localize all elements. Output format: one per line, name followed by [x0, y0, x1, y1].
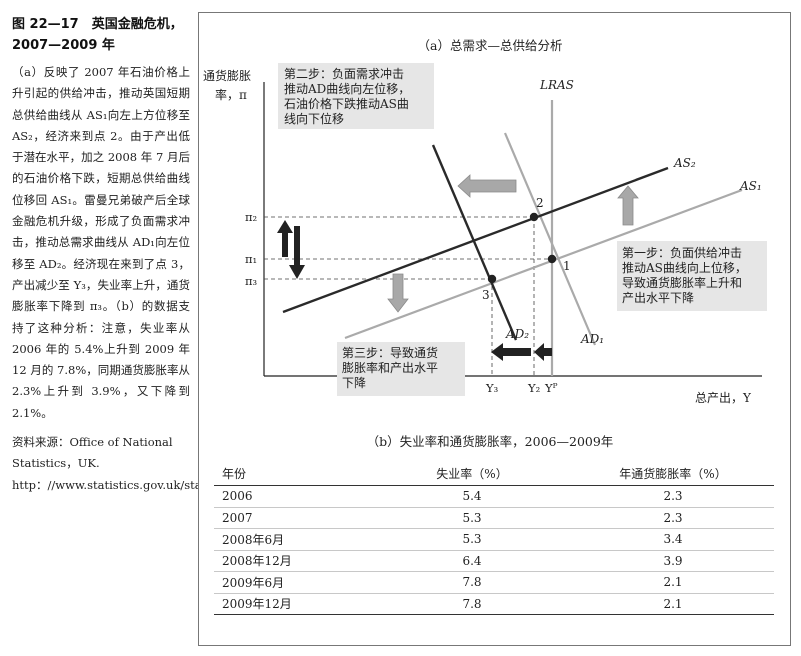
cell-unemployment: 5.3 — [372, 507, 572, 529]
output-arrows — [491, 343, 552, 361]
as-shift-left-arrow — [457, 174, 517, 198]
ad2-label: AD₂ — [505, 327, 529, 341]
step-3-line-2: 膨胀率和产出水平 — [342, 360, 438, 375]
header-year: 年份 — [214, 461, 372, 486]
as2-label: AS₂ — [673, 156, 696, 170]
point-3-marker — [487, 274, 497, 284]
table-row: 2008年6月 5.3 3.4 — [214, 528, 774, 551]
as-shift-down-arrow — [387, 273, 409, 313]
pi3-tick-label: π₃ — [245, 274, 258, 288]
panel-a-title: （a）总需求—总供给分析 — [418, 38, 563, 53]
cell-inflation: 3.9 — [572, 550, 774, 572]
ad2-curve — [431, 144, 518, 341]
point-3-label: 3 — [482, 288, 490, 302]
table-row: 2006 5.4 2.3 — [214, 485, 774, 508]
inflation-arrows — [277, 220, 305, 279]
cell-unemployment: 5.3 — [372, 528, 572, 551]
cell-year: 2008年12月 — [214, 550, 372, 572]
cell-year: 2007 — [214, 507, 372, 529]
y2-tick-label: Y₂ — [527, 381, 540, 395]
pi2-tick-label: π₂ — [245, 210, 257, 224]
pi1-tick-label: π₁ — [245, 252, 257, 266]
step-2-box: 第二步：负面需求冲击 推动AD曲线向左位移， 石油价格下跌推动AS曲 线向下位移 — [278, 63, 434, 129]
cell-inflation: 2.1 — [572, 593, 774, 615]
cell-year: 2009年6月 — [214, 571, 372, 594]
inflation-down-arrow — [289, 226, 305, 279]
step-2-line-1: 第二步：负面需求冲击 — [284, 66, 404, 81]
step-2-line-2: 推动AD曲线向左位移， — [284, 81, 410, 96]
y-axis-label-2: 率，π — [215, 87, 247, 102]
cell-year: 2008年6月 — [214, 528, 372, 551]
cell-inflation: 2.3 — [572, 485, 774, 508]
as1-label: AS₁ — [739, 179, 762, 193]
cell-unemployment: 5.4 — [372, 485, 572, 508]
x-axis-label: 总产出，Y — [695, 391, 752, 405]
point-2-label: 2 — [536, 196, 544, 210]
step-1-line-3: 导致通货膨胀率上升和 — [622, 275, 742, 290]
cell-unemployment: 7.8 — [372, 593, 572, 615]
table-row: 2007 5.3 2.3 — [214, 507, 774, 529]
cell-inflation: 3.4 — [572, 528, 774, 551]
cell-unemployment: 6.4 — [372, 550, 572, 572]
step-1-line-2: 推动AS曲线向上位移， — [622, 260, 747, 275]
header-inflation: 年通货膨胀率（%） — [572, 461, 774, 486]
point-1-marker — [547, 254, 557, 264]
step-1-line-4: 产出水平下降 — [622, 291, 694, 305]
cell-inflation: 2.3 — [572, 507, 774, 529]
lras-label: LRAS — [539, 78, 574, 92]
table-row: 2008年12月 6.4 3.9 — [214, 550, 774, 572]
output-left-arrow-1 — [491, 343, 531, 361]
step-2-line-4: 线向下位移 — [284, 111, 344, 126]
step-3-line-3: 下降 — [342, 376, 366, 390]
data-table: 年份 失业率（%） 年通货膨胀率（%） 2006 5.4 2.3 2007 5.… — [214, 461, 774, 615]
cell-year: 2009年12月 — [214, 593, 372, 615]
step-1-line-1: 第一步：负面供给冲击 — [622, 245, 742, 260]
table-row: 2009年12月 7.8 2.1 — [214, 593, 774, 615]
cell-inflation: 2.1 — [572, 571, 774, 594]
table-header-row: 年份 失业率（%） 年通货膨胀率（%） — [214, 461, 774, 486]
output-left-arrow-2 — [534, 343, 552, 361]
panel-b-title: （b）失业率和通货膨胀率，2006—2009年 — [367, 434, 614, 449]
inflation-up-arrow — [277, 220, 293, 257]
as-shift-up-arrow — [617, 185, 639, 226]
step-3-line-1: 第三步：导致通货 — [342, 345, 438, 360]
cell-unemployment: 7.8 — [372, 571, 572, 594]
y-axis-label: 通货膨胀 — [203, 68, 251, 83]
point-2-marker — [529, 212, 539, 222]
y3-tick-label: Y₃ — [485, 381, 499, 395]
step-2-line-3: 石油价格下跌推动AS曲 — [284, 96, 409, 111]
step-3-box: 第三步：导致通货 膨胀率和产出水平 下降 — [337, 342, 465, 396]
ad1-curve — [503, 132, 597, 346]
cell-year: 2006 — [214, 485, 372, 508]
yp-tick-label: Yᴾ — [544, 381, 558, 395]
ad1-label: AD₁ — [580, 332, 604, 346]
header-unemployment: 失业率（%） — [372, 461, 572, 486]
step-1-box: 第一步：负面供给冲击 推动AS曲线向上位移， 导致通货膨胀率上升和 产出水平下降 — [617, 241, 767, 311]
table-row: 2009年6月 7.8 2.1 — [214, 571, 774, 594]
point-1-label: 1 — [563, 259, 571, 273]
